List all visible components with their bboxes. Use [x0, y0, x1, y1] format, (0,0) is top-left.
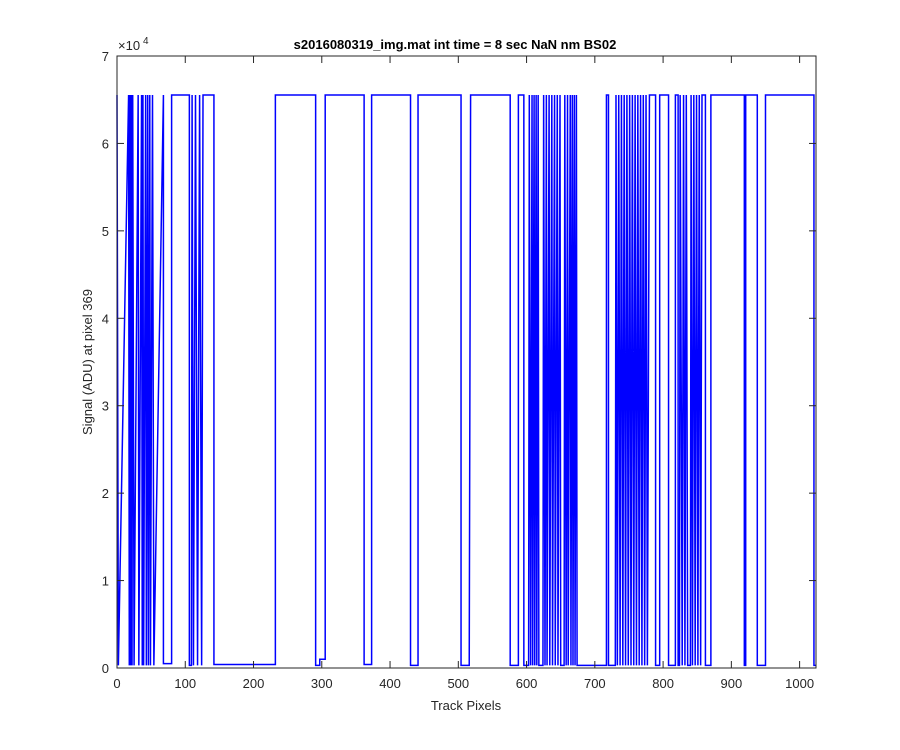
- y-tick-label: 5: [102, 224, 109, 239]
- x-tick-label: 100: [174, 676, 196, 691]
- y-tick-label: 6: [102, 136, 109, 151]
- x-axis-label: Track Pixels: [431, 698, 502, 713]
- y-tick-label: 1: [102, 574, 109, 589]
- y-exponent-base: ×10: [118, 38, 140, 53]
- x-tick-label: 500: [447, 676, 469, 691]
- y-tick-label: 4: [102, 311, 109, 326]
- x-tick-label: 900: [721, 676, 743, 691]
- y-tick-label: 0: [102, 661, 109, 676]
- x-tick-label: 700: [584, 676, 606, 691]
- y-exponent-power: 4: [143, 36, 149, 47]
- y-tick-label: 7: [102, 49, 109, 64]
- chart-title: s2016080319_img.mat int time = 8 sec NaN…: [294, 37, 617, 52]
- x-tick-label: 300: [311, 676, 333, 691]
- x-tick-label: 600: [516, 676, 538, 691]
- y-axis-label: Signal (ADU) at pixel 369: [80, 289, 95, 435]
- line-chart: 0 100 200 300 400 500 600 700 800 900 1000 0 1 2 3 4 5 6…: [0, 0, 900, 750]
- x-tick-label: 1000: [785, 676, 814, 691]
- y-tick-label: 2: [102, 486, 109, 501]
- y-tick-label: 3: [102, 399, 109, 414]
- x-tick-label: 200: [243, 676, 265, 691]
- x-tick-label: 400: [379, 676, 401, 691]
- x-tick-label: 800: [652, 676, 674, 691]
- x-tick-label: 0: [113, 676, 120, 691]
